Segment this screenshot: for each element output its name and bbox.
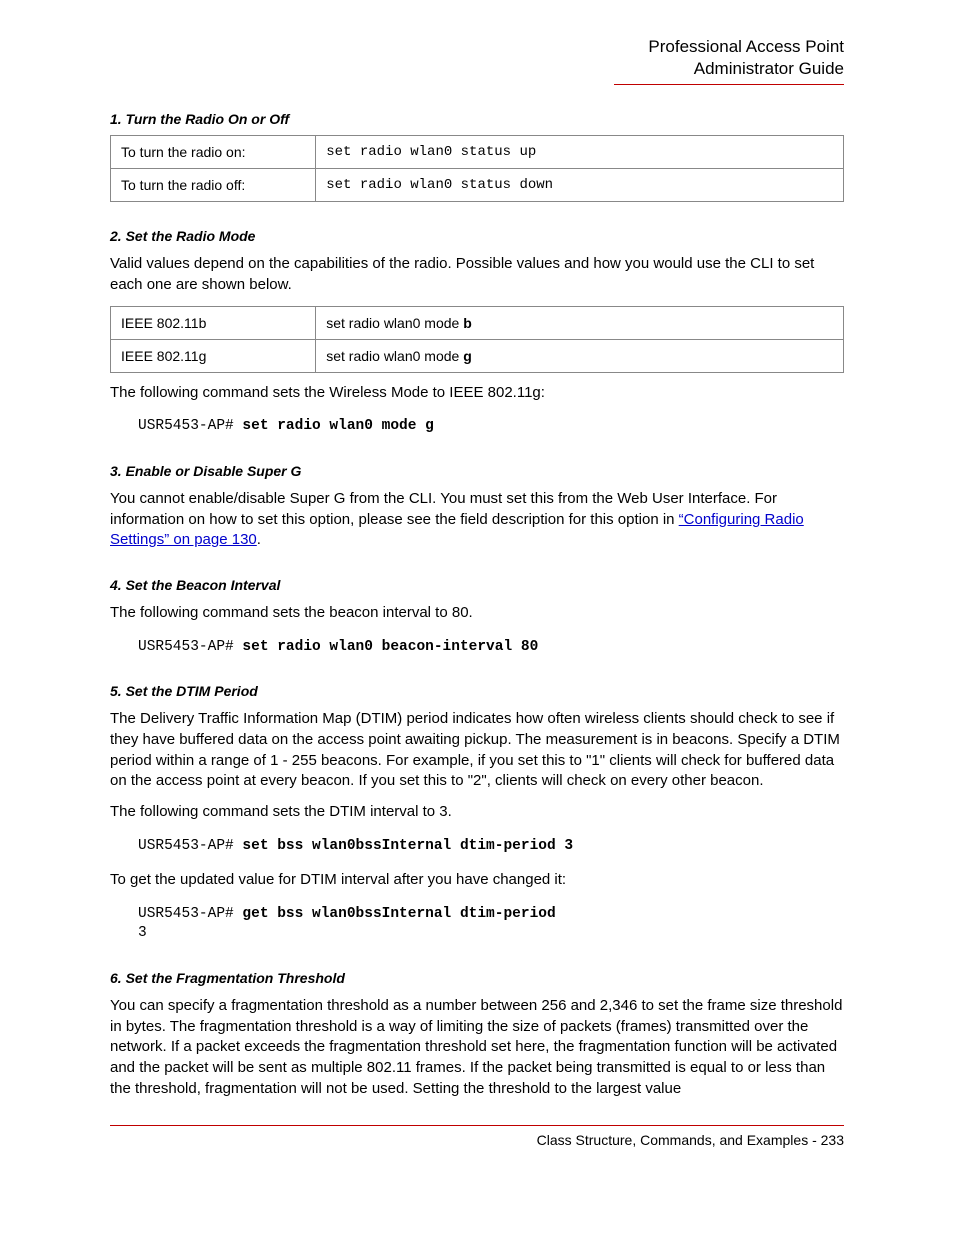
radio-mode-table: IEEE 802.11b set radio wlan0 mode b IEEE… bbox=[110, 306, 844, 373]
page-footer: Class Structure, Commands, and Examples … bbox=[110, 1132, 844, 1148]
section-4-title: 4. Set the Beacon Interval bbox=[110, 577, 844, 593]
table-row: IEEE 802.11b set radio wlan0 mode b bbox=[111, 306, 844, 339]
row-label: IEEE 802.11g bbox=[111, 339, 316, 372]
section-5-para3: To get the updated value for DTIM interv… bbox=[110, 870, 844, 891]
cli-prompt: USR5453-AP# bbox=[138, 639, 242, 655]
section-2-after: The following command sets the Wireless … bbox=[110, 383, 844, 404]
cli-output: 3 bbox=[138, 925, 147, 941]
cli-command: set radio wlan0 mode g bbox=[242, 418, 433, 434]
cmd-prefix: set radio wlan0 mode bbox=[326, 315, 463, 331]
cmd-bold: g bbox=[463, 348, 472, 364]
cli-command: set radio wlan0 beacon-interval 80 bbox=[242, 639, 538, 655]
header-rule bbox=[614, 84, 844, 85]
section-1-title: 1. Turn the Radio On or Off bbox=[110, 111, 844, 127]
page-header: Professional Access Point Administrator … bbox=[110, 36, 844, 80]
row-command: set radio wlan0 mode b bbox=[316, 306, 844, 339]
section-5-para1: The Delivery Traffic Information Map (DT… bbox=[110, 709, 844, 792]
table-row: To turn the radio off: set radio wlan0 s… bbox=[111, 169, 844, 202]
cli-prompt: USR5453-AP# bbox=[138, 838, 242, 854]
cmd-bold: b bbox=[463, 315, 472, 331]
section-6-para: You can specify a fragmentation threshol… bbox=[110, 996, 844, 1099]
row-label: To turn the radio on: bbox=[111, 136, 316, 169]
section-3-text: You cannot enable/disable Super G from t… bbox=[110, 489, 844, 551]
text-after-link: . bbox=[257, 531, 261, 548]
cli-example-dtim-set: USR5453-AP# set bss wlan0bssInternal dti… bbox=[138, 837, 844, 857]
section-2-intro: Valid values depend on the capabilities … bbox=[110, 254, 844, 295]
cli-example-beacon: USR5453-AP# set radio wlan0 beacon-inter… bbox=[138, 638, 844, 658]
cli-command: set bss wlan0bssInternal dtim-period 3 bbox=[242, 838, 573, 854]
row-label: To turn the radio off: bbox=[111, 169, 316, 202]
cli-example-mode-g: USR5453-AP# set radio wlan0 mode g bbox=[138, 417, 844, 437]
header-line-1: Professional Access Point bbox=[110, 36, 844, 58]
radio-on-off-table: To turn the radio on: set radio wlan0 st… bbox=[110, 135, 844, 202]
text-before-link: You cannot enable/disable Super G from t… bbox=[110, 490, 777, 528]
cli-example-dtim-get: USR5453-AP# get bss wlan0bssInternal dti… bbox=[138, 905, 844, 944]
cli-command: get bss wlan0bssInternal dtim-period bbox=[242, 906, 555, 922]
section-4-intro: The following command sets the beacon in… bbox=[110, 603, 844, 624]
section-3-title: 3. Enable or Disable Super G bbox=[110, 463, 844, 479]
section-5-para2: The following command sets the DTIM inte… bbox=[110, 802, 844, 823]
row-command: set radio wlan0 status down bbox=[316, 169, 844, 202]
cli-prompt: USR5453-AP# bbox=[138, 906, 242, 922]
cli-prompt: USR5453-AP# bbox=[138, 418, 242, 434]
section-5-title: 5. Set the DTIM Period bbox=[110, 683, 844, 699]
row-label: IEEE 802.11b bbox=[111, 306, 316, 339]
header-line-2: Administrator Guide bbox=[110, 58, 844, 80]
section-2-title: 2. Set the Radio Mode bbox=[110, 228, 844, 244]
cmd-prefix: set radio wlan0 mode bbox=[326, 348, 463, 364]
row-command: set radio wlan0 status up bbox=[316, 136, 844, 169]
table-row: To turn the radio on: set radio wlan0 st… bbox=[111, 136, 844, 169]
row-command: set radio wlan0 mode g bbox=[316, 339, 844, 372]
footer-rule bbox=[110, 1125, 844, 1126]
table-row: IEEE 802.11g set radio wlan0 mode g bbox=[111, 339, 844, 372]
section-6-title: 6. Set the Fragmentation Threshold bbox=[110, 970, 844, 986]
